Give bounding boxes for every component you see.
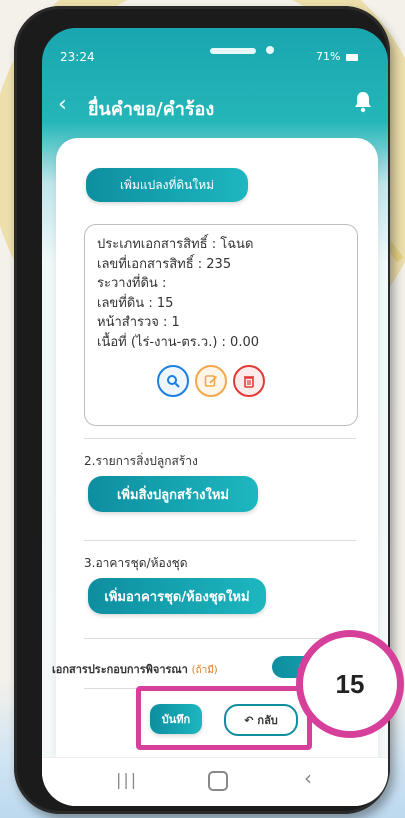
step-number-badge: 15 <box>296 630 404 738</box>
app-bar: ‹ ยื่นคำขอ/คำร้อง <box>42 90 388 130</box>
section-divider <box>84 638 356 639</box>
recents-icon[interactable]: ||| <box>116 770 138 789</box>
land-details: ประเภทเอกสารสิทธิ์ : โฉนด เลขที่เอกสารสิ… <box>97 235 259 352</box>
home-icon[interactable] <box>208 771 228 791</box>
battery-status: 71% <box>316 50 358 63</box>
land-doc-type: ประเภทเอกสารสิทธิ์ : โฉนด <box>97 237 254 252</box>
land-map-sheet: ระวางที่ดิน : <box>97 276 167 291</box>
status-bar: 23:24 71% <box>42 28 388 64</box>
section-divider <box>84 438 356 439</box>
battery-icon <box>346 53 358 61</box>
land-area: เนื้อที่ (ไร่-งาน-ตร.ว.) : 0.00 <box>97 334 259 350</box>
condo-section-label: 3.อาคารชุด/ห้องชุด <box>84 556 188 570</box>
nav-back-icon[interactable]: ‹ <box>304 766 312 790</box>
edit-icon <box>204 375 218 387</box>
land-item-card: ประเภทเอกสารสิทธิ์ : โฉนด เลขที่เอกสารสิ… <box>84 224 358 426</box>
view-land-button[interactable] <box>157 365 189 397</box>
status-time: 23:24 <box>60 50 95 64</box>
documents-label-text: เอกสารประกอบการพิจารณา <box>52 663 188 676</box>
documents-optional: (ถ้ามี) <box>191 665 218 676</box>
land-parcel-number: เลขที่ดิน : 15 <box>97 295 174 311</box>
search-icon <box>167 375 180 388</box>
delete-land-button[interactable] <box>233 365 265 397</box>
status-pill <box>210 48 256 54</box>
land-survey-page: หน้าสำรวจ : 1 <box>97 315 180 330</box>
trash-icon <box>244 376 254 388</box>
add-condo-button[interactable]: เพิ่มอาคารชุด/ห้องชุดใหม่ <box>88 578 266 614</box>
page-title: ยื่นคำขอ/คำร้อง <box>88 99 215 120</box>
bell-icon[interactable] <box>352 90 374 118</box>
annotation-highlight-box <box>136 686 312 750</box>
android-nav-bar: ||| ‹ <box>42 757 388 806</box>
documents-label: เอกสารประกอบการพิจารณา (ถ้ามี) <box>52 660 218 678</box>
building-section-label: 2.รายการสิ่งปลูกสร้าง <box>84 454 198 468</box>
add-land-button[interactable]: เพิ่มแปลงที่ดินใหม่ <box>86 168 248 202</box>
battery-percent: 71% <box>316 50 341 63</box>
camera-dot <box>266 46 274 54</box>
edit-land-button[interactable] <box>195 365 227 397</box>
section-divider <box>84 540 356 541</box>
back-chevron-icon[interactable]: ‹ <box>58 94 67 116</box>
add-building-button[interactable]: เพิ่มสิ่งปลูกสร้างใหม่ <box>88 476 258 512</box>
land-doc-number: เลขที่เอกสารสิทธิ์ : 235 <box>97 256 232 272</box>
